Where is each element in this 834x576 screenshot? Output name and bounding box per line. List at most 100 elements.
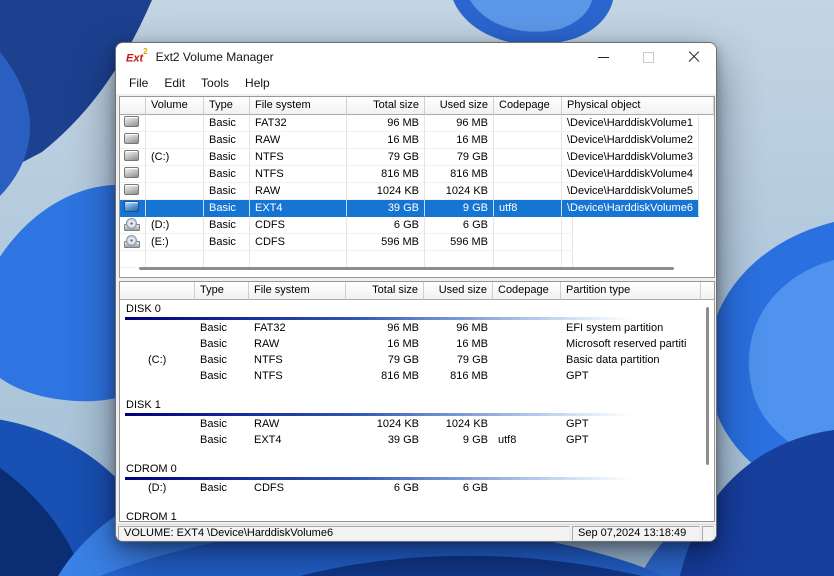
cell-partition_type: Basic data partition [566, 354, 660, 366]
cell-type: Basic [200, 338, 227, 350]
vertical-scrollbar-thumb[interactable] [706, 307, 709, 465]
column-header-stub [701, 282, 714, 300]
cdrom-icon [124, 235, 140, 248]
cell-volume [120, 369, 195, 385]
harddisk-icon [124, 150, 139, 161]
cell-used_size: 816 MB [450, 370, 488, 382]
cell-file_system: RAW [254, 338, 280, 350]
disk-row[interactable]: Basic NTFS 816 MB 816 MB GPT [120, 369, 714, 385]
column-header-used-size[interactable]: Used size [424, 282, 493, 300]
menu-file[interactable]: File [121, 73, 156, 93]
harddisk-icon [124, 133, 139, 144]
cell-volume: (E:) [146, 234, 204, 251]
column-header-codepage[interactable]: Codepage [494, 97, 562, 115]
cell-file_system: EXT4 [250, 200, 347, 217]
column-header-total-size[interactable]: Total size [347, 97, 425, 115]
status-datetime: Sep 07,2024 13:18:49 [572, 526, 700, 541]
cell-volume: (C:) [148, 354, 167, 366]
volume-row[interactable]: (E:) Basic CDFS 596 MB 596 MB [120, 234, 714, 251]
cell-volume [120, 433, 195, 449]
cell-used_size: 79 GB [456, 354, 488, 366]
volume-row[interactable]: (D:) Basic CDFS 6 GB 6 GB [120, 217, 714, 234]
menu-tools[interactable]: Tools [193, 73, 237, 93]
column-header-type[interactable]: Type [195, 282, 249, 300]
window-title: Ext2 Volume Manager [155, 50, 274, 64]
cell-total_size: 6 GB [347, 217, 425, 234]
disk-row[interactable]: Basic RAW 1024 KB 1024 KB GPT [120, 417, 714, 433]
cell-codepage [494, 132, 562, 149]
cell-type: Basic [204, 217, 250, 234]
column-header-used-size[interactable]: Used size [425, 97, 494, 115]
disk-row[interactable]: (C:) Basic NTFS 79 GB 79 GB Basic data partit… [120, 353, 714, 369]
cell-file_system: CDFS [250, 234, 347, 251]
minimize-button[interactable] [581, 43, 626, 71]
cell-total_size: 79 GB [387, 354, 419, 366]
cell-type: Basic [204, 234, 250, 251]
cell-codepage [493, 481, 561, 497]
cell-volume [120, 337, 195, 353]
column-header-type[interactable]: Type [204, 97, 250, 115]
harddisk-icon [124, 116, 139, 127]
cell-total_size: 6 GB [393, 482, 419, 494]
column-header-file-system[interactable]: File system [249, 282, 346, 300]
cell-total_size: 39 GB [347, 200, 425, 217]
column-header-total-size[interactable]: Total size [346, 282, 424, 300]
volume-row[interactable]: Basic EXT4 39 GB 9 GB utf8 \Device\HarddiskVo… [120, 200, 714, 217]
cell-icon [120, 234, 146, 251]
harddisk-blue-icon [124, 201, 139, 212]
cell-icon [120, 183, 146, 200]
app-icon: Ext2 [126, 46, 148, 65]
vertical-scrollbar[interactable] [701, 301, 713, 520]
cell-partition_type: EFI system partition [566, 322, 664, 334]
volume-list-body: Basic FAT32 96 MB 96 MB \Device\HarddiskVolu… [120, 115, 714, 268]
column-header-codepage[interactable]: Codepage [493, 282, 561, 300]
volume-row[interactable]: Basic NTFS 816 MB 816 MB \Device\HarddiskVol… [120, 166, 714, 183]
volume-row[interactable]: Basic RAW 1024 KB 1024 KB \Device\HarddiskVo… [120, 183, 714, 200]
cell-used_size: 816 MB [425, 166, 494, 183]
cell-physical_object [562, 217, 573, 234]
cell-type: Basic [204, 115, 250, 132]
status-volume-info: VOLUME: EXT4 \Device\HarddiskVolume6 [118, 526, 570, 541]
volume-row[interactable]: (C:) Basic NTFS 79 GB 79 GB \Device\HarddiskV… [120, 149, 714, 166]
menu-help[interactable]: Help [237, 73, 278, 93]
cell-total_size: 16 MB [347, 132, 425, 149]
column-header-file-system[interactable]: File system [250, 97, 347, 115]
horizontal-scrollbar-thumb[interactable] [139, 267, 674, 270]
menu-edit[interactable]: Edit [156, 73, 193, 93]
cell-physical_object: \Device\HarddiskVolume2 [562, 132, 699, 149]
cell-file_system: NTFS [250, 149, 347, 166]
cell-used_size: 6 GB [462, 482, 488, 494]
cell-total_size: 96 MB [347, 115, 425, 132]
cell-used_size: 9 GB [462, 434, 488, 446]
status-grip [702, 526, 714, 541]
column-header-partition-type[interactable]: Partition type [561, 282, 701, 300]
cell-codepage [493, 369, 561, 385]
disk-group-rule [125, 413, 632, 416]
horizontal-scrollbar[interactable] [124, 266, 710, 272]
close-button[interactable] [671, 43, 716, 71]
cell-volume: (D:) [146, 217, 204, 234]
cell-codepage [493, 321, 561, 337]
cell-file_system: EXT4 [254, 434, 282, 446]
volume-row[interactable]: Basic RAW 16 MB 16 MB \Device\HarddiskVolume… [120, 132, 714, 149]
volume-row[interactable]: Basic FAT32 96 MB 96 MB \Device\HarddiskVolu… [120, 115, 714, 132]
cell-icon [120, 132, 146, 149]
column-header-icon[interactable] [120, 282, 195, 300]
cell-partition_type: GPT [566, 418, 589, 430]
cell-codepage [494, 183, 562, 200]
disk-row[interactable]: Basic RAW 16 MB 16 MB Microsoft reserved par… [120, 337, 714, 353]
cell-volume [120, 417, 195, 433]
column-header-icon[interactable] [120, 97, 146, 115]
cell-type: Basic [204, 183, 250, 200]
disk-row[interactable]: (D:) Basic CDFS 6 GB 6 GB [120, 481, 714, 497]
cell-codepage: utf8 [498, 434, 517, 446]
cell-codepage [493, 417, 561, 433]
maximize-button[interactable] [626, 43, 671, 71]
column-header-physical-object[interactable]: Physical object [562, 97, 714, 115]
disk-row[interactable]: Basic EXT4 39 GB 9 GB utf8 GPT [120, 433, 714, 449]
column-header-volume[interactable]: Volume [146, 97, 204, 115]
cell-used_size: 16 MB [456, 338, 488, 350]
cell-used_size: 596 MB [425, 234, 494, 251]
app-window: Ext2 Ext2 Volume Manager File Edit Tools He… [115, 42, 717, 542]
disk-row[interactable]: Basic FAT32 96 MB 96 MB EFI system partition [120, 321, 714, 337]
